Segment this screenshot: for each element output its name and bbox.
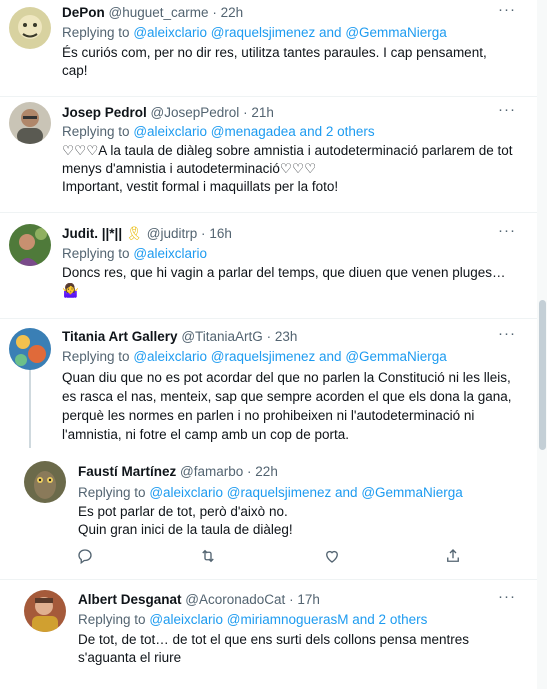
author-handle[interactable]: @TitaniaArtG <box>181 329 262 344</box>
avatar-image <box>24 590 66 632</box>
tweet-text-line: És curiós com, per no dir res, utilitza … <box>62 45 487 60</box>
reply-mentions[interactable]: @aleixclario <box>133 246 207 261</box>
avatar-image <box>9 102 51 144</box>
reply-icon[interactable] <box>76 547 94 570</box>
like-icon[interactable] <box>323 547 341 570</box>
tweet-text: De tot, de tot… de tot el que ens surti … <box>78 631 528 667</box>
author-handle[interactable]: @famarbo <box>180 464 243 479</box>
tweet[interactable]: Josep Pedrol @JosepPedrol · 21h ··· Repl… <box>0 96 547 213</box>
tweet[interactable]: DePon @huguet_carme · 22h ··· Replying t… <box>0 0 547 97</box>
reply-mentions[interactable]: @aleixclario @raquelsjimenez and @GemmaN… <box>149 485 463 500</box>
tweet-text-line: Quan diu que no es pot acordar del que n… <box>62 370 511 385</box>
scrollbar[interactable] <box>537 0 547 689</box>
reply-mentions[interactable]: @aleixclario @raquelsjimenez and @GemmaN… <box>133 349 447 364</box>
avatar[interactable] <box>24 590 66 632</box>
share-icon[interactable] <box>444 547 462 570</box>
separator-dot: · <box>289 592 294 607</box>
author-name[interactable]: DePon <box>62 5 105 20</box>
replying-to: Replying to @aleixclario @menagadea and … <box>62 123 375 140</box>
ribbon-emoji: 🎗 <box>125 226 144 241</box>
timestamp[interactable]: 22h <box>255 464 278 479</box>
tweet-text-line: s'aguanta el riure <box>78 650 182 665</box>
avatar-image <box>9 224 51 266</box>
tweet-text: Quan diu que no es pot acordar del que n… <box>62 368 532 444</box>
reply-mentions[interactable]: @aleixclario @menagadea and 2 others <box>133 124 374 139</box>
tweet-text-line: Important, vestit formal i maquillats pe… <box>62 179 339 194</box>
avatar[interactable] <box>9 7 51 49</box>
avatar-image <box>24 461 66 503</box>
replying-to-label: Replying to <box>62 349 130 364</box>
replying-to: Replying to @aleixclario @raquelsjimenez… <box>62 348 447 365</box>
reply-mentions[interactable]: @aleixclario @raquelsjimenez and @GemmaN… <box>133 25 447 40</box>
author-name[interactable]: Faustí Martínez <box>78 464 176 479</box>
thread-line <box>29 368 31 448</box>
author-name[interactable]: Titania Art Gallery <box>62 329 178 344</box>
author-handle[interactable]: @JosepPedrol <box>151 105 240 120</box>
avatar[interactable] <box>9 102 51 144</box>
tweet[interactable]: Titania Art Gallery @TitaniaArtG · 23h ·… <box>0 318 547 448</box>
replying-to: Replying to @aleixclario @miriamnogueras… <box>78 611 427 628</box>
tweet-text-line: Quin gran inici de la taula de diàleg! <box>78 522 293 537</box>
replying-to-label: Replying to <box>78 485 146 500</box>
tweet-text-line: es rasca el nas, menteix, sap que sempre… <box>62 389 512 404</box>
more-icon[interactable]: ··· <box>498 325 516 342</box>
replying-to-label: Replying to <box>62 25 130 40</box>
avatar[interactable] <box>9 328 51 370</box>
tweet-text-line: menys d'amnistia i autodeterminació♡♡♡ <box>62 161 317 176</box>
tweet-text-line: perquè les normes en parlen i no prohibe… <box>62 408 475 423</box>
author-name[interactable]: Judit. ||*|| <box>62 226 122 241</box>
tweet-text-line: Doncs res, que hi vagin a parlar del tem… <box>62 265 506 280</box>
more-icon[interactable]: ··· <box>498 101 516 118</box>
retweet-icon[interactable] <box>199 547 217 570</box>
timestamp[interactable]: 17h <box>297 592 320 607</box>
tweet-text: Doncs res, que hi vagin a parlar del tem… <box>62 264 532 300</box>
tweet-text: Es pot parlar de tot, però d'això no. Qu… <box>78 503 528 539</box>
separator-dot: · <box>247 464 252 479</box>
separator-dot: · <box>201 226 206 241</box>
author-handle[interactable]: @huguet_carme <box>109 5 209 20</box>
timestamp[interactable]: 22h <box>221 5 244 20</box>
separator-dot: · <box>212 5 217 20</box>
separator-dot: · <box>266 329 272 344</box>
tweet[interactable]: Judit. ||*|| 🎗 @juditrp · 16h ··· Replyi… <box>0 212 547 319</box>
replying-to-label: Replying to <box>62 246 130 261</box>
tweet-actions <box>76 547 476 567</box>
tweet-text-line: ♡♡♡A la taula de diàleg sobre amnistia i… <box>62 143 513 158</box>
timestamp[interactable]: 16h <box>209 226 232 241</box>
more-icon[interactable]: ··· <box>498 588 516 605</box>
author-handle[interactable]: @juditrp <box>147 226 197 241</box>
tweet-text-line: Es pot parlar de tot, però d'això no. <box>78 504 288 519</box>
replying-to: Replying to @aleixclario <box>62 245 207 262</box>
tweet-text: ♡♡♡A la taula de diàleg sobre amnistia i… <box>62 142 532 196</box>
avatar-image <box>9 7 51 49</box>
replying-to: Replying to @aleixclario @raquelsjimenez… <box>78 484 463 501</box>
tweet-text: És curiós com, per no dir res, utilitza … <box>62 44 532 80</box>
avatar[interactable] <box>9 224 51 266</box>
replying-to-label: Replying to <box>62 124 130 139</box>
author-name[interactable]: Albert Desganat <box>78 592 182 607</box>
shrug-emoji: 🤷‍♀️ <box>62 283 79 298</box>
author-name[interactable]: Josep Pedrol <box>62 105 147 120</box>
avatar-image <box>9 328 51 370</box>
timestamp[interactable]: 23h <box>275 329 298 344</box>
scrollbar-thumb[interactable] <box>539 300 546 450</box>
tweet[interactable]: Albert Desganat @AcoronadoCat · 17h ··· … <box>0 580 547 689</box>
more-icon[interactable]: ··· <box>498 1 516 18</box>
author-handle[interactable]: @AcoronadoCat <box>185 592 285 607</box>
tweet-text-line: l'amnistia, ni fotre el camp amb un cop … <box>62 427 349 442</box>
tweet-text-line: De tot, de tot… de tot el que ens surti … <box>78 632 469 647</box>
reply-mentions[interactable]: @aleixclario @miriamnoguerasM and 2 othe… <box>149 612 427 627</box>
timestamp[interactable]: 21h <box>251 105 274 120</box>
replying-to: Replying to @aleixclario @raquelsjimenez… <box>62 24 447 41</box>
more-icon[interactable]: ··· <box>498 222 516 239</box>
avatar[interactable] <box>24 461 66 503</box>
replying-to-label: Replying to <box>78 612 146 627</box>
tweet-text-line: cap! <box>62 63 88 78</box>
separator-dot: · <box>243 105 248 120</box>
